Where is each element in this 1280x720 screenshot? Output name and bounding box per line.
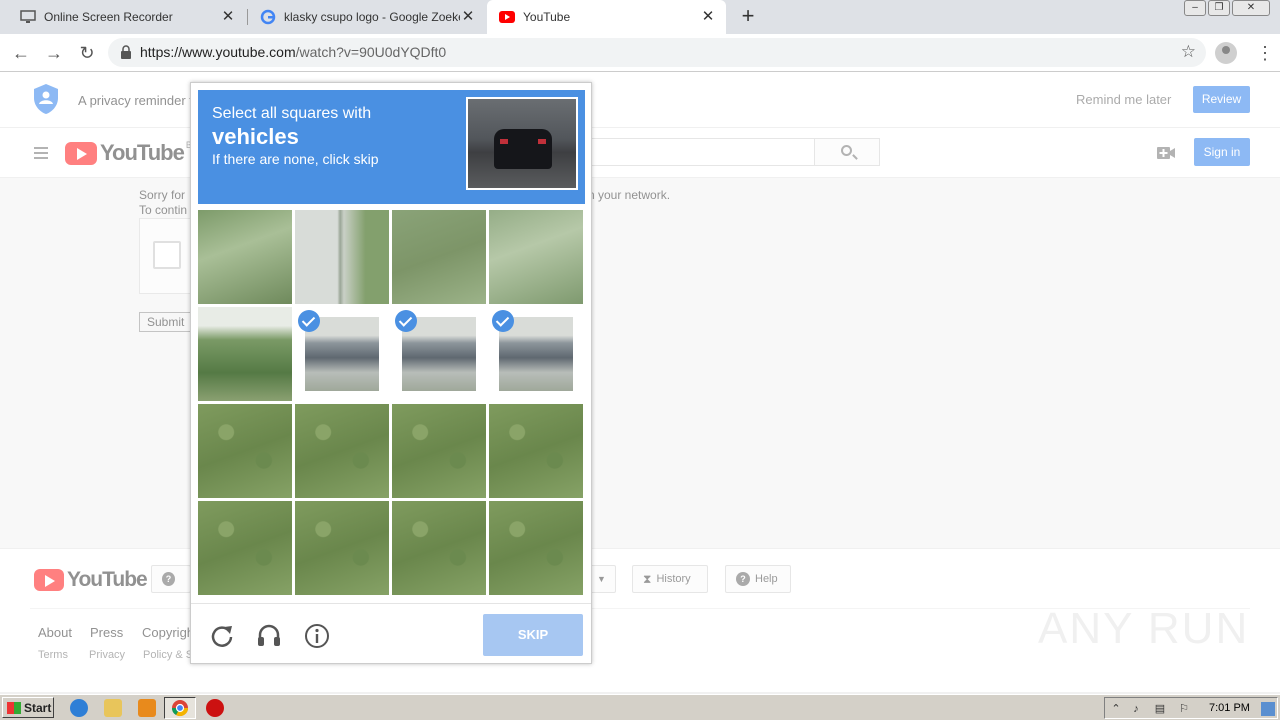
challenge-tile[interactable] [295, 404, 389, 498]
start-button[interactable]: Start [2, 697, 54, 718]
challenge-tile[interactable] [198, 404, 292, 498]
challenge-header: Select all squares with vehicles If ther… [198, 90, 585, 204]
url-text: https://www.youtube.com/watch?v=90U0dYQD… [140, 44, 447, 60]
challenge-tile[interactable] [489, 210, 583, 304]
tail-light [538, 139, 546, 144]
close-icon[interactable]: ✕ [700, 9, 716, 25]
close-icon[interactable]: ✕ [460, 9, 476, 25]
youtube-icon [499, 9, 515, 25]
media-player-icon[interactable] [138, 699, 156, 717]
challenge-tile[interactable] [295, 307, 389, 401]
windows-taskbar: Start ⌃ ♪ ▤ ⚐ 7:01 PM [0, 694, 1280, 720]
volume-icon[interactable]: ♪ [1129, 702, 1143, 716]
checkmark-icon [298, 310, 320, 332]
sample-image [466, 97, 578, 190]
sample-car [494, 129, 552, 169]
challenge-tile[interactable] [198, 307, 292, 401]
opera-icon[interactable] [206, 699, 224, 717]
browser-toolbar: ← → ↻ https://www.youtube.com/watch?v=90… [0, 34, 1280, 72]
challenge-tile[interactable] [392, 210, 486, 304]
challenge-tile[interactable] [295, 501, 389, 595]
checkmark-icon [492, 310, 514, 332]
challenge-tile[interactable] [295, 210, 389, 304]
profile-avatar[interactable] [1215, 42, 1237, 64]
challenge-tile[interactable] [198, 501, 292, 595]
tab-youtube[interactable]: YouTube ✕ [487, 0, 726, 34]
challenge-tile[interactable] [198, 210, 292, 304]
challenge-footer: SKIP [191, 603, 591, 663]
internet-explorer-icon[interactable] [70, 699, 88, 717]
maximize-button[interactable]: ❐ [1208, 0, 1230, 16]
browser-tabstrip: Online Screen Recorder ✕ klasky csupo lo… [0, 0, 1280, 34]
minimize-button[interactable]: – [1184, 0, 1206, 16]
tab-title: klasky csupo logo - Google Zoeken [284, 10, 460, 24]
show-desktop-icon[interactable] [1261, 702, 1275, 716]
tab-title: Online Screen Recorder [44, 10, 173, 24]
challenge-hint: If there are none, click skip [212, 151, 379, 167]
reload-challenge-icon[interactable] [209, 623, 235, 649]
challenge-target: vehicles [212, 124, 299, 149]
tab-title: YouTube [523, 10, 571, 24]
challenge-tile[interactable] [392, 404, 486, 498]
google-g-icon [260, 9, 276, 25]
taskbar-chrome-button[interactable] [164, 697, 196, 719]
tray-expand-icon[interactable]: ⌃ [1109, 702, 1123, 716]
tab-online-screen-recorder[interactable]: Online Screen Recorder ✕ [0, 0, 246, 34]
browser-menu-icon[interactable]: ⋮ [1256, 42, 1274, 64]
challenge-tile[interactable] [489, 404, 583, 498]
checkmark-icon [395, 310, 417, 332]
network-icon[interactable]: ▤ [1153, 702, 1167, 716]
back-button[interactable]: ← [10, 42, 32, 64]
windows-flag-icon [7, 701, 21, 714]
address-bar[interactable]: https://www.youtube.com/watch?v=90U0dYQD… [108, 38, 1206, 67]
folder-icon[interactable] [104, 699, 122, 717]
skip-button[interactable]: SKIP [483, 614, 583, 656]
challenge-tile[interactable] [489, 307, 583, 401]
monitor-icon [20, 9, 36, 25]
system-tray: ⌃ ♪ ▤ ⚐ 7:01 PM [1104, 697, 1278, 719]
tail-light [500, 139, 508, 144]
tab-google-search[interactable]: klasky csupo logo - Google Zoeken ✕ [248, 0, 486, 34]
lock-icon [121, 45, 131, 59]
audio-challenge-icon[interactable] [256, 623, 282, 649]
forward-button[interactable]: → [43, 42, 65, 64]
info-icon[interactable] [304, 623, 330, 649]
action-center-flag-icon[interactable]: ⚐ [1177, 702, 1191, 716]
new-tab-button[interactable]: + [738, 5, 758, 27]
taskbar-clock: 7:01 PM [1209, 702, 1250, 714]
challenge-instruction: Select all squares with [212, 105, 372, 122]
reload-button[interactable]: ↻ [76, 42, 98, 64]
bookmark-star-icon[interactable]: ☆ [1181, 42, 1196, 62]
close-icon[interactable]: ✕ [220, 9, 236, 25]
challenge-tile[interactable] [489, 501, 583, 595]
challenge-tile[interactable] [392, 501, 486, 595]
recaptcha-challenge: Select all squares with vehicles If ther… [190, 82, 592, 664]
window-close-button[interactable]: ✕ [1232, 0, 1270, 16]
chrome-icon [171, 700, 189, 717]
challenge-grid [198, 210, 585, 597]
challenge-tile[interactable] [392, 307, 486, 401]
